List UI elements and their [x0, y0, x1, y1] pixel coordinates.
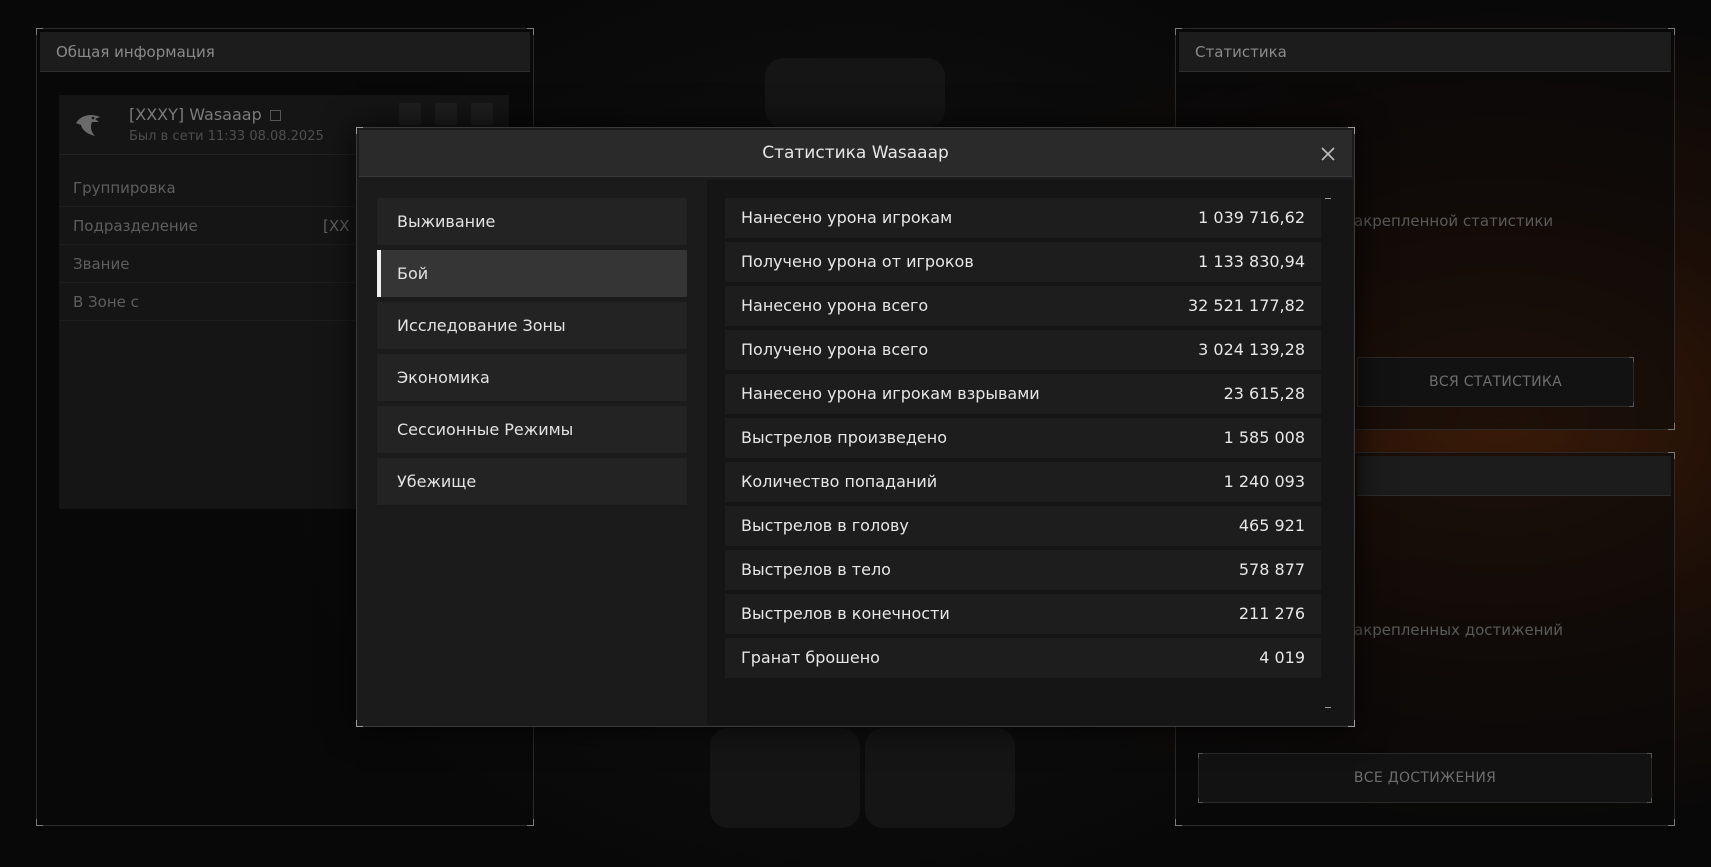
stat-label: Гранат брошено [741, 648, 880, 667]
stat-row: Нанесено урона игрокам взрывами 23 615,28 [725, 374, 1321, 414]
scrollbar-bottom-cap [1325, 707, 1331, 708]
category-session-modes[interactable]: Сессионные Режимы [377, 406, 687, 454]
stat-value: 1 039 716,62 [1198, 208, 1305, 227]
stats-scrollbar[interactable] [1325, 198, 1331, 708]
stat-value: 32 521 177,82 [1187, 296, 1305, 315]
scrollbar-top-cap [1325, 198, 1331, 199]
stats-list: Нанесено урона игрокам 1 039 716,62 Получ… [725, 198, 1321, 682]
stat-label: Выстрелов произведено [741, 428, 947, 447]
stat-value: 1 133 830,94 [1198, 252, 1305, 271]
stat-label: Выстрелов в тело [741, 560, 891, 579]
stat-row: Получено урона от игроков 1 133 830,94 [725, 242, 1321, 282]
category-label: Выживание [397, 212, 496, 231]
stat-row: Получено урона всего 3 024 139,28 [725, 330, 1321, 370]
stat-label: Нанесено урона игрокам [741, 208, 953, 227]
category-survival[interactable]: Выживание [377, 198, 687, 246]
stat-label: Получено урона от игроков [741, 252, 974, 271]
category-shelter[interactable]: Убежище [377, 458, 687, 506]
category-label: Исследование Зоны [397, 316, 566, 335]
category-label: Сессионные Режимы [397, 420, 574, 439]
statistics-modal: Статистика Wasaaap Выживание Бой Исследо… [356, 127, 1355, 727]
stat-value: 1 240 093 [1223, 472, 1305, 491]
modal-header: Статистика Wasaaap [359, 130, 1352, 177]
stat-row: Выстрелов произведено 1 585 008 [725, 418, 1321, 458]
category-label: Экономика [397, 368, 490, 387]
stat-row: Выстрелов в голову 465 921 [725, 506, 1321, 546]
stat-value: 23 615,28 [1223, 384, 1305, 403]
stats-content: Нанесено урона игрокам 1 039 716,62 Получ… [707, 180, 1353, 725]
close-icon [1321, 147, 1335, 161]
stat-label: Количество попаданий [741, 472, 938, 491]
stat-value: 3 024 139,28 [1198, 340, 1305, 359]
stat-value: 465 921 [1238, 516, 1305, 535]
stat-row: Нанесено урона игрокам 1 039 716,62 [725, 198, 1321, 238]
stat-row: Выстрелов в конечности 211 276 [725, 594, 1321, 634]
stat-label: Получено урона всего [741, 340, 929, 359]
category-label: Убежище [397, 472, 477, 491]
stat-label: Выстрелов в голову [741, 516, 909, 535]
close-button[interactable] [1316, 142, 1340, 166]
stat-value: 211 276 [1238, 604, 1305, 623]
category-label: Бой [397, 264, 429, 283]
stat-row: Выстрелов в тело 578 877 [725, 550, 1321, 590]
stat-value: 578 877 [1238, 560, 1305, 579]
stat-row: Количество попаданий 1 240 093 [725, 462, 1321, 502]
stat-value: 1 585 008 [1223, 428, 1305, 447]
category-economy[interactable]: Экономика [377, 354, 687, 402]
category-combat[interactable]: Бой [377, 250, 687, 298]
stat-value: 4 019 [1259, 648, 1305, 667]
stat-label: Нанесено урона всего [741, 296, 929, 315]
stat-label: Нанесено урона игрокам взрывами [741, 384, 1040, 403]
category-sidebar: Выживание Бой Исследование Зоны Экономик… [377, 198, 687, 510]
category-zone-exploration[interactable]: Исследование Зоны [377, 302, 687, 350]
stat-row: Нанесено урона всего 32 521 177,82 [725, 286, 1321, 326]
stat-label: Выстрелов в конечности [741, 604, 950, 623]
modal-overlay: Статистика Wasaaap Выживание Бой Исследо… [0, 0, 1711, 867]
stat-row: Гранат брошено 4 019 [725, 638, 1321, 678]
modal-title: Статистика Wasaaap [762, 143, 949, 163]
